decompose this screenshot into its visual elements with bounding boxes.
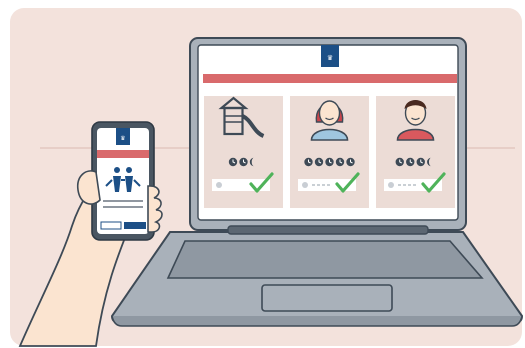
svg-text:♛: ♛ bbox=[120, 135, 125, 142]
status-dot bbox=[302, 182, 308, 188]
illustration: ♛ ♛ bbox=[10, 8, 524, 347]
svg-text:♛: ♛ bbox=[327, 54, 333, 62]
card-man[interactable] bbox=[376, 96, 455, 208]
laptop-keyboard bbox=[166, 240, 484, 279]
laptop-lip bbox=[111, 315, 523, 327]
card-playground[interactable] bbox=[204, 96, 283, 208]
laptop-hinge bbox=[227, 225, 429, 235]
phone-secondary-button[interactable] bbox=[100, 221, 122, 230]
screen-banner bbox=[203, 74, 457, 83]
laptop-trackpad bbox=[261, 284, 393, 312]
phone-primary-button[interactable] bbox=[124, 222, 146, 229]
card-woman[interactable] bbox=[290, 96, 369, 208]
status-dot bbox=[388, 182, 394, 188]
phone-banner bbox=[97, 150, 149, 158]
face bbox=[318, 100, 341, 126]
status-dot bbox=[216, 182, 222, 188]
thumb bbox=[76, 170, 101, 205]
card-list bbox=[204, 96, 455, 208]
